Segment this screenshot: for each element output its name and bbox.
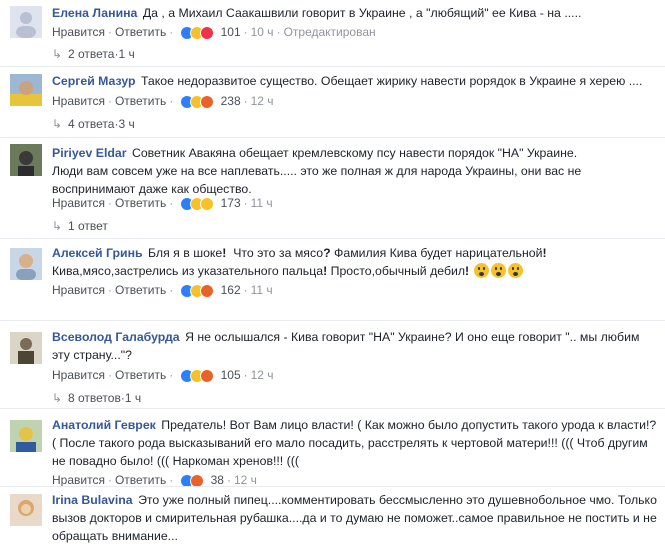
comment-time[interactable]: 10 ч xyxy=(251,25,274,39)
divider xyxy=(0,486,665,487)
comment-time[interactable]: 12 ч xyxy=(251,94,274,108)
comment-actions: Нравится · Ответить · 238 · 12 ч xyxy=(52,94,274,109)
comment-text: Irina Bulavina Это уже полный пипец....к… xyxy=(52,493,657,543)
wow-reaction-icon xyxy=(199,196,214,211)
reply-arrow-icon: ↳ xyxy=(52,47,63,61)
avatar[interactable] xyxy=(10,6,42,38)
like-link[interactable]: Нравится xyxy=(52,283,105,297)
comment-author[interactable]: Елена Ланина xyxy=(52,6,137,20)
comment-author[interactable]: Алексей Гринь xyxy=(52,246,143,260)
comment-author[interactable]: Всеволод Галабурда xyxy=(52,330,180,344)
like-link[interactable]: Нравится xyxy=(52,94,105,108)
reactions-icons[interactable] xyxy=(179,94,218,109)
reaction-count[interactable]: 238 xyxy=(221,94,241,108)
avatar[interactable] xyxy=(10,332,42,364)
comment-actions: Нравится · Ответить · 173 · 11 ч xyxy=(52,196,273,211)
comment-text: Сергей Мазур Такое недоразвитое существо… xyxy=(52,74,643,88)
like-link[interactable]: Нравится xyxy=(52,196,105,210)
reaction-count[interactable]: 162 xyxy=(221,283,241,297)
reply-link[interactable]: Ответить xyxy=(115,473,166,487)
angry-reaction-icon xyxy=(199,94,214,109)
comment-text: Всеволод Галабурда Я не ослышался - Кива… xyxy=(52,330,640,362)
comment-text: Елена Ланина Да , а Михаил Саакашвили го… xyxy=(52,6,582,20)
reply-link[interactable]: Ответить xyxy=(115,94,166,108)
replies-link[interactable]: ↳ 2 ответа·1 ч xyxy=(52,46,135,62)
comment-actions: Нравится · Ответить · 162 · 11 ч xyxy=(52,283,273,298)
reactions-icons[interactable] xyxy=(179,196,218,211)
like-link[interactable]: Нравится xyxy=(52,25,105,39)
comment-text: Piriyev Eldar Советник Авакяна обещает к… xyxy=(52,146,582,196)
replies-link[interactable]: ↳ 8 ответов·1 ч xyxy=(52,390,141,406)
reactions-icons[interactable] xyxy=(179,25,218,40)
divider xyxy=(0,137,665,138)
reaction-count[interactable]: 101 xyxy=(221,25,241,39)
avatar[interactable] xyxy=(10,420,42,452)
like-link[interactable]: Нравится xyxy=(52,473,105,487)
reaction-count[interactable]: 38 xyxy=(211,473,224,487)
like-link[interactable]: Нравится xyxy=(52,368,105,382)
reply-arrow-icon: ↳ xyxy=(52,391,63,405)
comment-time[interactable]: 12 ч xyxy=(251,368,274,382)
replies-link[interactable]: ↳ 1 ответ xyxy=(52,218,108,234)
angry-reaction-icon xyxy=(199,368,214,383)
comment-time[interactable]: 11 ч xyxy=(251,283,273,297)
replies-link[interactable]: ↳ 4 ответа·3 ч xyxy=(52,116,135,132)
comment-text: Анатолий Геврек Предатель! Вот Вам лицо … xyxy=(52,418,657,468)
reply-link[interactable]: Ответить xyxy=(115,196,166,210)
reaction-count[interactable]: 105 xyxy=(221,368,241,382)
divider xyxy=(0,408,665,409)
divider xyxy=(0,238,665,239)
avatar[interactable] xyxy=(10,248,42,280)
avatar[interactable] xyxy=(10,74,42,106)
comment-actions: Нравится · Ответить · 101 · 10 ч · Отредактиров… xyxy=(52,25,376,40)
comment-time[interactable]: 12 ч xyxy=(234,473,257,487)
divider xyxy=(0,66,665,67)
comment-author[interactable]: Анатолий Геврек xyxy=(52,418,156,432)
reply-link[interactable]: Ответить xyxy=(115,368,166,382)
reactions-icons[interactable] xyxy=(179,368,218,383)
love-reaction-icon xyxy=(199,25,214,40)
reactions-icons[interactable] xyxy=(179,283,218,298)
edited-label: Отредактирован xyxy=(283,25,376,39)
angry-reaction-icon xyxy=(199,283,214,298)
reply-arrow-icon: ↳ xyxy=(52,219,63,233)
comment-time[interactable]: 11 ч xyxy=(251,196,273,210)
avatar[interactable] xyxy=(10,144,42,176)
shocked-emoji-icon xyxy=(507,263,523,278)
reply-link[interactable]: Ответить xyxy=(115,283,166,297)
reaction-count[interactable]: 173 xyxy=(221,196,241,210)
avatar[interactable] xyxy=(10,494,42,526)
comment-author[interactable]: Irina Bulavina xyxy=(52,493,133,507)
reply-link[interactable]: Ответить xyxy=(115,25,166,39)
reply-arrow-icon: ↳ xyxy=(52,117,63,131)
shocked-emoji-icon xyxy=(473,263,489,278)
comment-text: Алексей Гринь Бля я в шоке! Что это за м… xyxy=(52,246,547,278)
comment-author[interactable]: Piriyev Eldar xyxy=(52,146,127,160)
comment-actions: Нравится · Ответить · 105 · 12 ч xyxy=(52,368,274,383)
shocked-emoji-icon xyxy=(490,263,506,278)
divider xyxy=(0,320,665,321)
comment-author[interactable]: Сергей Мазур xyxy=(52,74,136,88)
